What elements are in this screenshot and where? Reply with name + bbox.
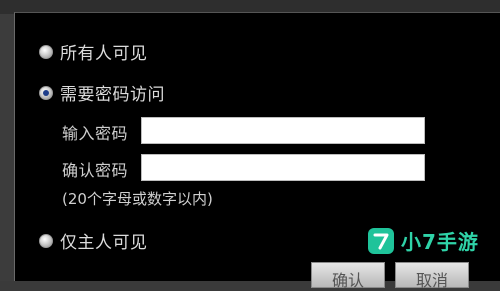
confirm-password-input[interactable] — [141, 154, 425, 181]
radio-public[interactable] — [39, 44, 53, 59]
radio-owner-only[interactable] — [39, 233, 53, 248]
option-password-label: 需要密码访问 — [60, 85, 165, 105]
password-input[interactable] — [141, 117, 425, 144]
confirm-password-label: 确认密码 — [62, 161, 129, 180]
option-owner-only[interactable]: 仅主人可见 — [39, 228, 148, 253]
watermark-text: 小7手游 — [401, 230, 479, 254]
password-label: 输入密码 — [62, 124, 129, 143]
watermark-logo-icon — [368, 227, 394, 254]
window-frame: 所有人可见 需要密码访问 输入密码 确认密码 (20个字母或数字以内) 仅主人可… — [0, 0, 500, 290]
password-hint: (20个字母或数字以内) — [62, 190, 213, 208]
seven-glyph-icon — [373, 233, 389, 249]
watermark: 小7手游 — [368, 226, 479, 255]
option-public-label: 所有人可见 — [60, 44, 148, 64]
option-public[interactable]: 所有人可见 — [39, 39, 148, 64]
option-owner-only-label: 仅主人可见 — [60, 233, 148, 253]
radio-password[interactable] — [39, 85, 53, 100]
cancel-button[interactable]: 取消 — [395, 262, 469, 290]
option-password[interactable]: 需要密码访问 — [39, 80, 165, 105]
confirm-button[interactable]: 确认 — [311, 262, 385, 290]
